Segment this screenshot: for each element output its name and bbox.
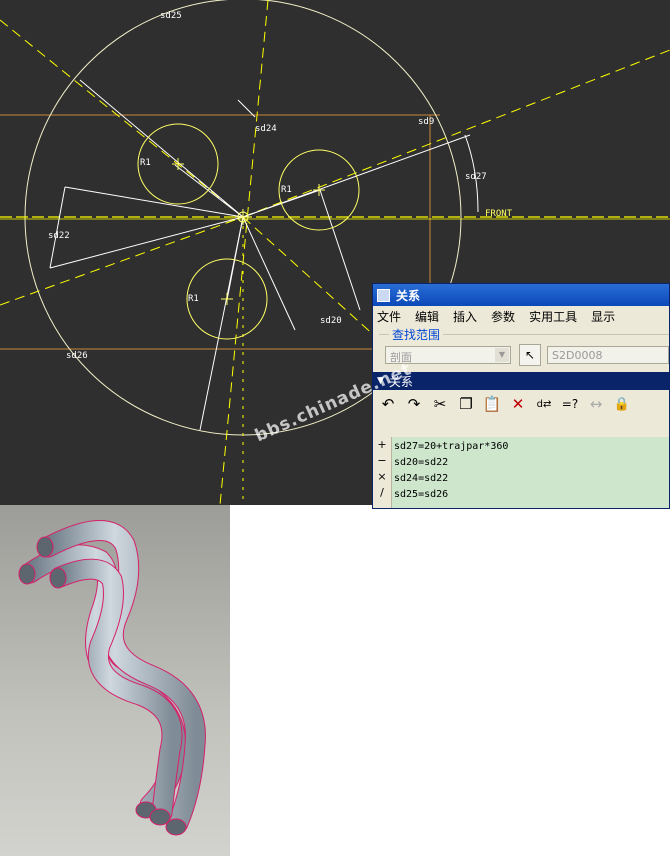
relation-line[interactable]: sd24=sd22 [394,471,667,487]
relations-section-header[interactable]: ▼ 关系 [373,372,669,390]
dimension-switch-icon[interactable]: d⇄ [531,392,557,416]
minus-operator-button[interactable]: − [373,453,391,469]
menu-edit[interactable]: 编辑 [415,308,439,325]
divide-operator-button[interactable]: / [373,485,391,501]
relations-text-area[interactable]: sd27=20+trajpar*360 sd20=sd22 sd24=sd22 … [392,437,669,508]
dim-sd9[interactable]: sd9 [418,117,434,127]
paste-icon[interactable]: 📋 [479,392,505,416]
cut-icon[interactable]: ✂ [427,392,453,416]
section-id-field[interactable]: S2D0008 [547,346,669,364]
model-viewport[interactable] [0,505,230,856]
front-plane-label: FRONT [485,209,513,219]
copy-icon[interactable]: ❐ [453,392,479,416]
relation-line[interactable]: sd27=20+trajpar*360 [394,439,667,455]
relations-dialog: 关系 文件 编辑 插入 参数 实用工具 显示 查找范围 剖面 ▼ ↖ S2D00… [372,283,670,509]
dialog-titlebar[interactable]: 关系 [373,284,669,306]
radius-label[interactable]: R1 [188,294,199,304]
dim-sd27[interactable]: sd27 [465,172,487,182]
undo-icon[interactable]: ↶ [375,392,401,416]
menu-utilities[interactable]: 实用工具 [529,308,577,325]
multiply-operator-button[interactable]: × [373,469,391,485]
dim-sd25[interactable]: sd25 [160,11,182,21]
cursor-arrow-icon: ↖ [524,348,536,362]
pick-button[interactable]: ↖ [519,344,541,366]
dim-sd24[interactable]: sd24 [255,124,277,134]
swept-tubes-model [18,520,206,836]
chevron-down-icon[interactable]: ▼ [495,348,509,362]
dim-sd20[interactable]: sd20 [320,316,342,326]
menu-file[interactable]: 文件 [377,308,401,325]
relations-editor: + − × / sd27=20+trajpar*360 sd20=sd22 sd… [373,437,669,508]
find-scope-label: 查找范围 [389,326,444,343]
menu-show[interactable]: 显示 [591,308,615,325]
evaluate-icon[interactable]: =? [557,392,583,416]
relations-toolbar: ↶ ↷ ✂ ❐ 📋 ✕ d⇄ =? ↔ 🔒 [373,390,669,418]
relation-line[interactable]: sd20=sd22 [394,455,667,471]
menu-parameters[interactable]: 参数 [491,308,515,325]
plus-operator-button[interactable]: + [373,437,391,453]
lock-icon[interactable]: 🔒 [609,392,635,416]
dim-sd26[interactable]: sd26 [66,351,88,361]
find-scope-group: 查找范围 剖面 ▼ ↖ S2D0008 [373,326,669,372]
menu-bar: 文件 编辑 插入 参数 实用工具 显示 [373,306,669,326]
window-icon [377,288,390,302]
relation-line[interactable]: sd25=sd26 [394,487,667,503]
radius-label[interactable]: R1 [140,158,151,168]
menu-insert[interactable]: 插入 [453,308,477,325]
dim-sd22[interactable]: sd22 [48,231,70,241]
operator-column: + − × / [373,437,392,508]
dialog-title: 关系 [396,288,421,303]
radius-label[interactable]: R1 [281,185,292,195]
delete-icon[interactable]: ✕ [505,392,531,416]
redo-icon[interactable]: ↷ [401,392,427,416]
measure-icon[interactable]: ↔ [583,392,609,416]
